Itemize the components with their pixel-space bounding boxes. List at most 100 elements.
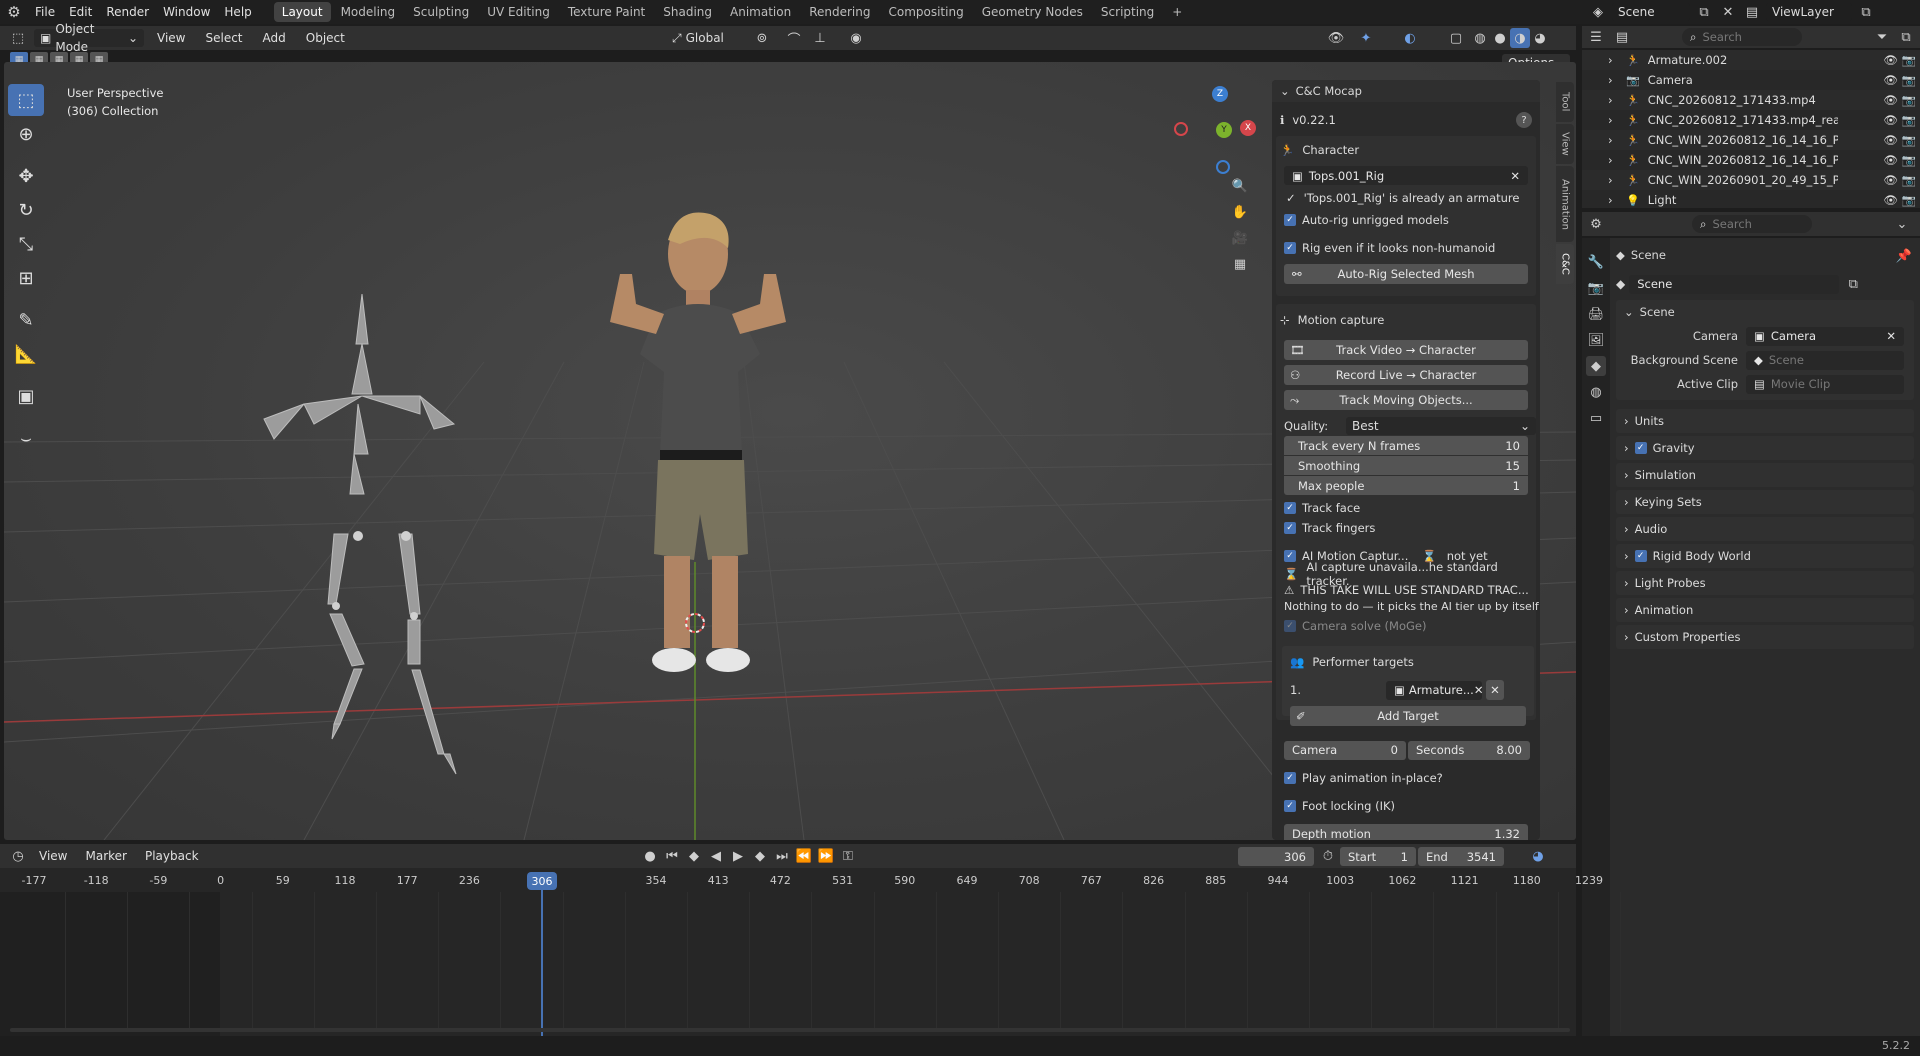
next-keyframe-icon[interactable]: ◆ bbox=[750, 846, 770, 866]
camera-number-field[interactable]: Camera 0 bbox=[1284, 740, 1406, 760]
outliner-row[interactable]: › 🏃 CNC_20260812_171433.mp4_reap 👁 📷 bbox=[1582, 110, 1920, 130]
camera-prop-field[interactable]: ▣ Camera ✕ bbox=[1746, 326, 1904, 346]
eye-icon[interactable]: 👁 bbox=[1883, 113, 1898, 127]
render-camera-icon[interactable]: 📷 bbox=[1902, 53, 1916, 67]
outliner-row[interactable]: › 🏃 CNC_WIN_20260812_16_14_16_P 👁 📷 bbox=[1582, 130, 1920, 150]
camera-solve-checkbox[interactable]: ✓ Camera solve (MoGe) bbox=[1284, 616, 1536, 636]
timeline-menu-playback[interactable]: Playback bbox=[138, 844, 206, 868]
new-scene-icon[interactable]: ⧉ bbox=[1694, 2, 1714, 22]
tab-rendering[interactable]: Rendering bbox=[801, 2, 878, 22]
track-objects-button[interactable]: ⤳ Track Moving Objects... bbox=[1284, 390, 1528, 410]
performer-target-field[interactable]: ▣ Armature... ✕ bbox=[1386, 680, 1483, 700]
rendered-shading-icon[interactable]: ◕ bbox=[1530, 28, 1550, 48]
record-icon[interactable]: ● bbox=[640, 846, 660, 866]
outliner-row[interactable]: › 📷 Camera 👁 📷 bbox=[1582, 70, 1920, 90]
snap-icon[interactable]: ⌒ bbox=[784, 28, 804, 48]
keying-icon[interactable]: ⚿ bbox=[838, 846, 858, 866]
current-frame-field[interactable]: 306 bbox=[1238, 847, 1314, 866]
output-props-icon[interactable]: 🖨 bbox=[1586, 304, 1606, 324]
outliner-row[interactable]: › 💡 Light 👁 📷 bbox=[1582, 190, 1920, 208]
next-marker-icon[interactable]: ⏩ bbox=[816, 846, 836, 866]
jump-end-icon[interactable]: ⏭ bbox=[772, 846, 792, 866]
render-camera-icon[interactable]: 📷 bbox=[1902, 73, 1916, 87]
grid-view-icon[interactable]: ▦ bbox=[1230, 254, 1250, 274]
tool-props-icon[interactable]: 🔧 bbox=[1586, 252, 1606, 272]
viewport-menu-add[interactable]: Add bbox=[256, 26, 293, 50]
add-workspace-button[interactable]: + bbox=[1164, 2, 1190, 22]
cursor-tool-icon[interactable]: ⊕ bbox=[8, 118, 44, 150]
side-tab-tool[interactable]: Tool bbox=[1556, 82, 1574, 122]
gizmo-neg-z[interactable] bbox=[1216, 160, 1230, 174]
eye-icon[interactable]: 👁 bbox=[1883, 193, 1898, 207]
outliner-editor-icon[interactable]: ☰ bbox=[1586, 27, 1606, 47]
prop-section[interactable]: › Audio bbox=[1616, 517, 1914, 541]
track-face-checkbox[interactable]: ✓ Track face bbox=[1284, 498, 1536, 518]
auto-rig-button[interactable]: ⚯ Auto-Rig Selected Mesh bbox=[1284, 264, 1528, 284]
properties-search[interactable]: ⌕ Search bbox=[1692, 215, 1812, 233]
outliner-search[interactable]: ⌕ Search bbox=[1682, 28, 1802, 46]
scene-selector[interactable]: Scene bbox=[1612, 3, 1690, 21]
transform-tool-icon[interactable]: ⊞ bbox=[8, 262, 44, 294]
track-video-button[interactable]: 🎞 Track Video → Character bbox=[1284, 340, 1528, 360]
add-cube-tool-icon[interactable]: ▣ bbox=[8, 380, 44, 412]
help-icon[interactable]: ? bbox=[1516, 112, 1532, 128]
properties-editor-icon[interactable]: ⚙ bbox=[1586, 214, 1606, 234]
wireframe-shading-icon[interactable]: ◍ bbox=[1470, 28, 1490, 48]
editor-type-icon[interactable]: ⬚ bbox=[8, 28, 28, 48]
rig-field[interactable]: ▣ Tops.001_Rig ✕ bbox=[1284, 166, 1528, 185]
seconds-field[interactable]: Seconds 8.00 bbox=[1408, 740, 1530, 760]
material-shading-icon[interactable]: ◑ bbox=[1510, 28, 1530, 48]
blender-logo-icon[interactable]: ⚙ bbox=[0, 2, 28, 22]
tab-compositing[interactable]: Compositing bbox=[880, 2, 971, 22]
scene-icon[interactable]: ◈ bbox=[1588, 2, 1608, 22]
eye-icon[interactable]: 👁 bbox=[1883, 73, 1898, 87]
eye-icon[interactable]: 👁 bbox=[1883, 173, 1898, 187]
zoom-icon[interactable]: 🔍 bbox=[1230, 176, 1250, 196]
jump-start-icon[interactable]: ⏮ bbox=[662, 846, 682, 866]
clear-camera-icon[interactable]: ✕ bbox=[1886, 329, 1896, 343]
prop-section[interactable]: › Simulation bbox=[1616, 463, 1914, 487]
end-frame-field[interactable]: End 3541 bbox=[1418, 847, 1504, 866]
track-every-field[interactable]: Track every N frames 10 bbox=[1284, 436, 1528, 455]
eye-icon[interactable]: 👁 bbox=[1883, 153, 1898, 167]
render-camera-icon[interactable]: 📷 bbox=[1902, 133, 1916, 147]
render-camera-icon[interactable]: 📷 bbox=[1902, 113, 1916, 127]
outliner-row[interactable]: › 🏃 CNC_WIN_20260901_20_49_15_P 👁 📷 bbox=[1582, 170, 1920, 190]
world-props-icon[interactable]: ◍ bbox=[1586, 382, 1606, 402]
delete-scene-icon[interactable]: ✕ bbox=[1718, 2, 1738, 22]
render-camera-icon[interactable]: 📷 bbox=[1902, 93, 1916, 107]
stopwatch-icon[interactable]: ⏱ bbox=[1318, 846, 1338, 866]
chevron-down-icon[interactable]: ⌄ bbox=[1624, 305, 1634, 319]
viewlayer-selector[interactable]: ViewLayer bbox=[1766, 3, 1852, 21]
expand-arrow-icon[interactable]: › bbox=[1608, 173, 1613, 187]
rig-non-humanoid-checkbox[interactable]: ✓ Rig even if it looks non-humanoid bbox=[1284, 238, 1536, 258]
prop-section[interactable]: › ✓ Gravity bbox=[1616, 436, 1914, 460]
expand-arrow-icon[interactable]: › bbox=[1608, 153, 1613, 167]
chevron-down-icon[interactable]: ⌄ bbox=[1892, 214, 1912, 234]
proportional-edit-icon[interactable]: ◉ bbox=[846, 28, 866, 48]
chevron-down-icon[interactable]: ⌄ bbox=[1280, 84, 1290, 98]
max-people-field[interactable]: Max people 1 bbox=[1284, 476, 1528, 495]
scale-tool-icon[interactable]: ⤡ bbox=[8, 228, 44, 260]
menu-help[interactable]: Help bbox=[217, 0, 258, 24]
prop-section[interactable]: › ✓ Rigid Body World bbox=[1616, 544, 1914, 568]
measure-tool-icon[interactable]: 📐 bbox=[8, 338, 44, 370]
tab-modeling[interactable]: Modeling bbox=[333, 2, 404, 22]
playhead-line[interactable] bbox=[541, 872, 543, 1038]
play-in-place-checkbox[interactable]: ✓ Play animation in-place? bbox=[1284, 768, 1536, 788]
menu-window[interactable]: Window bbox=[156, 0, 217, 24]
snap-target-icon[interactable]: ⊥ bbox=[810, 28, 830, 48]
play-icon[interactable]: ▶ bbox=[728, 846, 748, 866]
scene-datablock-field[interactable]: Scene bbox=[1629, 274, 1840, 294]
navigation-gizmo[interactable]: Z X Y bbox=[1164, 86, 1256, 174]
tab-texture-paint[interactable]: Texture Paint bbox=[560, 2, 653, 22]
sync-icon[interactable]: ◕ bbox=[1528, 846, 1548, 866]
gizmo-neg-x[interactable] bbox=[1174, 122, 1188, 136]
tab-shading[interactable]: Shading bbox=[655, 2, 720, 22]
prev-marker-icon[interactable]: ⏪ bbox=[794, 846, 814, 866]
eye-icon[interactable]: 👁 bbox=[1883, 53, 1898, 67]
prop-section[interactable]: › Animation bbox=[1616, 598, 1914, 622]
mode-selector[interactable]: ▣ Object Mode ⌄ bbox=[34, 22, 144, 54]
tab-sculpting[interactable]: Sculpting bbox=[405, 2, 477, 22]
annotate-tool-icon[interactable]: ✎ bbox=[8, 304, 44, 336]
